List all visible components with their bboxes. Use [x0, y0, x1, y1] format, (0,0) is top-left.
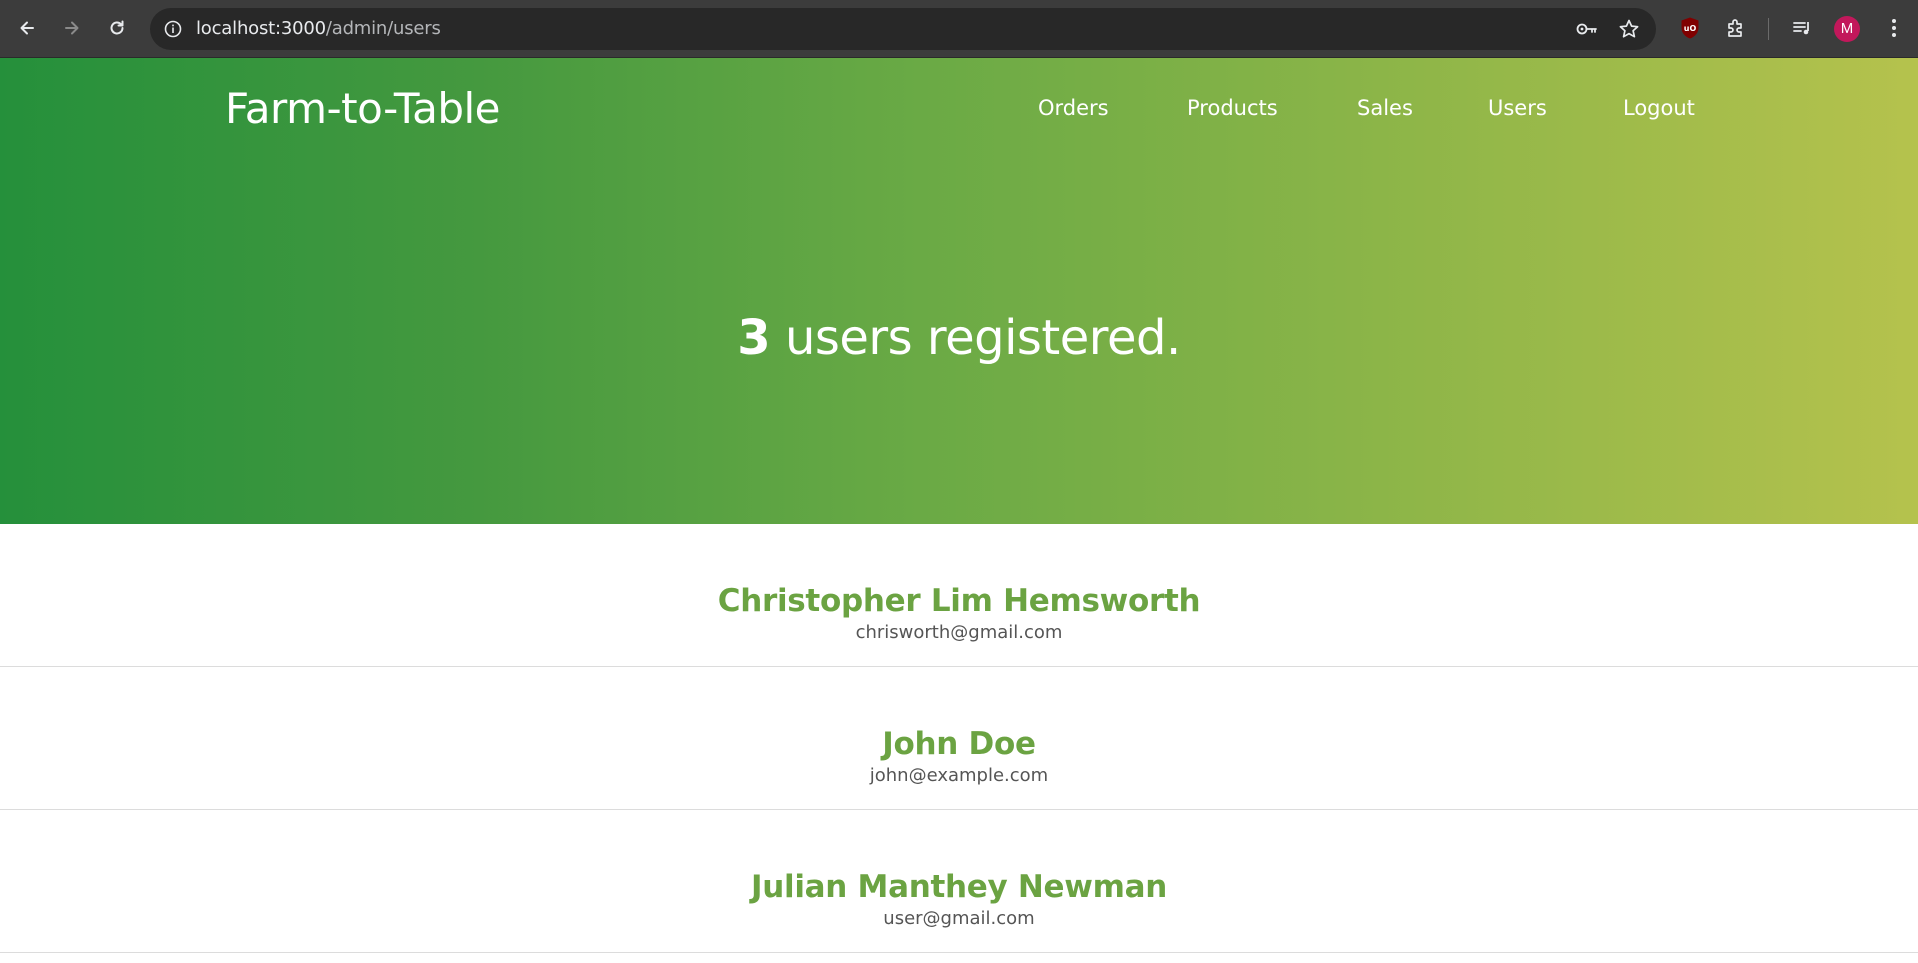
- url-text[interactable]: localhost:3000/admin/users: [196, 8, 441, 50]
- nav-link-orders[interactable]: Orders: [1038, 96, 1109, 120]
- user-list: Christopher Lim Hemsworth chrisworth@gma…: [0, 524, 1918, 953]
- hero-banner: Farm-to-Table Orders Products Sales User…: [0, 58, 1918, 524]
- user-list-item: Christopher Lim Hemsworth chrisworth@gma…: [0, 524, 1918, 667]
- users-registered-label: users registered.: [770, 310, 1181, 366]
- user-name: John Doe: [882, 726, 1036, 762]
- reload-icon[interactable]: [101, 12, 133, 44]
- user-name: Christopher Lim Hemsworth: [717, 583, 1201, 619]
- user-list-item: John Doe john@example.com: [0, 667, 1918, 810]
- address-bar[interactable]: localhost:3000/admin/users: [150, 8, 1656, 50]
- ublock-extension-icon[interactable]: uO: [1674, 12, 1706, 44]
- browser-toolbar: localhost:3000/admin/users uO M: [0, 0, 1918, 58]
- url-path: /admin/users: [325, 18, 441, 39]
- svg-text:uO: uO: [1684, 24, 1697, 33]
- menu-kebab-icon[interactable]: [1878, 12, 1910, 44]
- media-queue-icon[interactable]: [1786, 12, 1818, 44]
- user-email: john@example.com: [869, 765, 1049, 786]
- user-name: Julian Manthey Newman: [751, 869, 1167, 905]
- user-count: 3: [737, 310, 771, 366]
- user-email: chrisworth@gmail.com: [855, 622, 1063, 643]
- users-registered-heading: 3 users registered.: [0, 310, 1918, 366]
- site-info-icon[interactable]: [160, 16, 186, 42]
- back-icon[interactable]: [11, 12, 43, 44]
- user-email: user@gmail.com: [883, 908, 1035, 929]
- user-list-item: Julian Manthey Newman user@gmail.com: [0, 810, 1918, 953]
- forward-icon[interactable]: [56, 12, 88, 44]
- nav-link-logout[interactable]: Logout: [1623, 96, 1695, 120]
- url-host: localhost:3000: [196, 18, 326, 39]
- password-key-icon[interactable]: [1574, 16, 1600, 42]
- profile-avatar[interactable]: M: [1834, 16, 1860, 42]
- brand-logo-text[interactable]: Farm-to-Table: [225, 84, 501, 133]
- nav-link-products[interactable]: Products: [1187, 96, 1278, 120]
- bookmark-star-icon[interactable]: [1616, 16, 1642, 42]
- nav-link-users[interactable]: Users: [1488, 96, 1547, 120]
- nav-link-sales[interactable]: Sales: [1357, 96, 1413, 120]
- toolbar-divider: [1768, 18, 1769, 40]
- extensions-puzzle-icon[interactable]: [1720, 12, 1752, 44]
